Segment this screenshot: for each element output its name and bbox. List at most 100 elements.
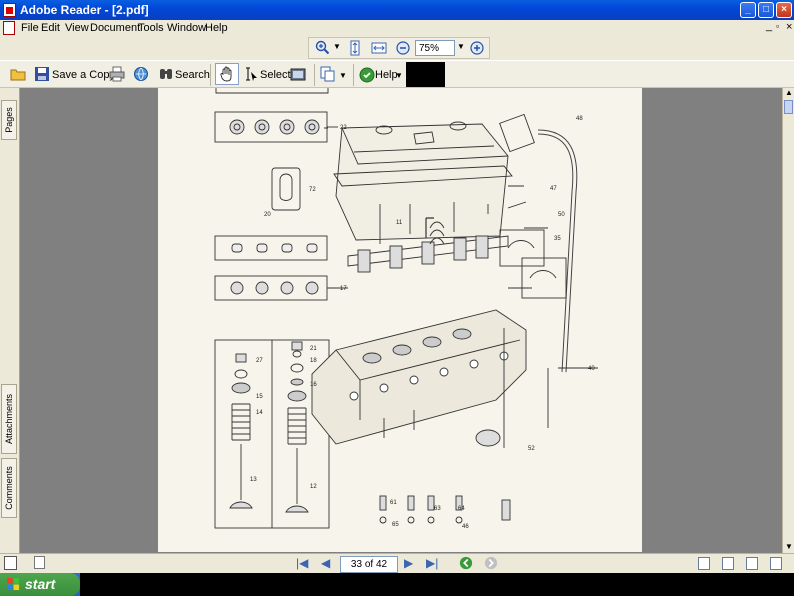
navigation-pane: Pages Attachments Comments [0, 88, 20, 553]
single-page-view-icon[interactable] [698, 557, 710, 570]
callout-label: 22 [340, 125, 347, 131]
doc-minimize-button[interactable]: _ [766, 20, 772, 32]
menu-view[interactable]: View [65, 22, 89, 34]
window-title: Adobe Reader - [2.pdf] [20, 3, 149, 17]
callout-label: 47 [550, 186, 557, 192]
toolbar-divider [210, 64, 211, 86]
last-page-icon[interactable]: ▶| [426, 556, 438, 570]
menu-document[interactable]: Document [90, 22, 140, 34]
email-icon[interactable] [133, 66, 149, 82]
page-layout-dropdown-icon[interactable]: ▼ [339, 71, 347, 80]
tab-comments[interactable]: Comments [1, 458, 17, 518]
continuous-facing-view-icon[interactable] [770, 557, 782, 570]
select-button[interactable]: Select [260, 65, 291, 85]
callout-label: 27 [256, 358, 263, 364]
document-properties-icon[interactable] [4, 556, 17, 570]
search-button[interactable]: Search [175, 65, 210, 85]
zoom-level-field[interactable]: 75% [415, 40, 455, 56]
menu-tools[interactable]: Tools [138, 22, 164, 34]
engine-head-diagram: 22 72 20 17 21 18 16 27 15 14 13 12 47 5… [214, 88, 598, 530]
hand-tool-button[interactable] [215, 63, 239, 85]
toolbar-divider [314, 64, 315, 86]
start-button[interactable]: start [0, 573, 80, 596]
next-view-icon[interactable] [484, 556, 498, 570]
save-icon[interactable] [34, 66, 50, 82]
snapshot-icon[interactable] [290, 66, 306, 82]
tab-pages-label: Pages [4, 107, 14, 133]
adobe-reader-icon [3, 3, 16, 17]
callout-label: 21 [310, 346, 317, 352]
vertical-scrollbar[interactable]: ▲ ▼ [782, 88, 794, 553]
zoom-out-icon[interactable] [395, 40, 411, 56]
main-toolbar: Save a Copy Search Select ▼ Help ▼ [0, 60, 794, 88]
callout-label: 61 [390, 500, 397, 506]
zoom-dropdown-arrow-icon[interactable]: ▼ [333, 42, 341, 51]
callout-label: 20 [264, 212, 271, 218]
page-layout-icon[interactable] [320, 66, 336, 82]
zoom-toolbar: ▼ 75% ▼ [308, 37, 490, 59]
callout-label: 72 [309, 187, 316, 193]
callout-label: 13 [250, 477, 257, 483]
callout-label: 52 [528, 446, 535, 452]
page-navigation-bar: |◀ ◀ 33 of 42 ▶ ▶| [0, 553, 794, 573]
tab-attachments[interactable]: Attachments [1, 384, 17, 454]
maximize-button[interactable]: □ [758, 2, 774, 18]
zoom-in-icon[interactable] [315, 40, 331, 56]
title-bar: Adobe Reader - [2.pdf] _ □ × [0, 0, 794, 20]
start-label: start [25, 576, 56, 592]
callout-label: 14 [256, 410, 263, 416]
page-icon[interactable] [34, 556, 45, 569]
facing-view-icon[interactable] [746, 557, 758, 570]
page-number-field[interactable]: 33 of 42 [340, 556, 398, 573]
callout-label: 65 [392, 522, 399, 528]
scroll-up-arrow-icon[interactable]: ▲ [785, 88, 793, 97]
callout-label: 46 [462, 524, 469, 530]
previous-view-icon[interactable] [459, 556, 473, 570]
callout-label: 18 [310, 358, 317, 364]
callout-label: 17 [340, 286, 347, 292]
previous-page-icon[interactable]: ◀ [321, 556, 330, 570]
hand-icon [220, 66, 232, 82]
open-folder-icon[interactable] [10, 66, 26, 82]
callout-label: 12 [310, 484, 317, 490]
taskbar-area [80, 573, 794, 596]
scroll-thumb[interactable] [784, 100, 793, 114]
zoom-level-dropdown-icon[interactable]: ▼ [457, 42, 465, 51]
continuous-view-icon[interactable] [722, 557, 734, 570]
callout-label: 40 [588, 366, 595, 372]
scroll-down-arrow-icon[interactable]: ▼ [785, 542, 793, 551]
print-icon[interactable] [109, 66, 125, 82]
menu-help[interactable]: Help [205, 22, 228, 34]
search-icon[interactable] [158, 66, 174, 82]
minimize-button[interactable]: _ [740, 2, 756, 18]
close-button[interactable]: × [776, 2, 792, 18]
menu-file[interactable]: File [21, 22, 39, 34]
adobe-logo-area [406, 62, 445, 87]
document-icon[interactable] [3, 21, 15, 35]
fit-width-icon[interactable] [371, 40, 387, 56]
callout-label: 15 [256, 394, 263, 400]
fit-page-icon[interactable] [347, 40, 363, 56]
doc-restore-button[interactable]: ▫ [776, 21, 779, 31]
help-icon[interactable] [359, 67, 375, 83]
windows-logo-icon [7, 578, 20, 591]
tab-attachments-label: Attachments [4, 393, 14, 445]
help-dropdown-icon[interactable]: ▼ [395, 71, 403, 80]
callout-label: 11 [396, 220, 403, 226]
tab-pages[interactable]: Pages [1, 100, 17, 140]
doc-close-button[interactable]: × [786, 21, 792, 33]
callout-label: 35 [554, 236, 561, 242]
toolbar-divider [353, 64, 354, 86]
callout-label: 48 [576, 116, 583, 122]
pdf-page[interactable]: 22 72 20 17 21 18 16 27 15 14 13 12 47 5… [158, 88, 642, 552]
save-copy-button[interactable]: Save a Copy [52, 65, 115, 85]
next-page-icon[interactable]: ▶ [404, 556, 413, 570]
menu-window[interactable]: Window [167, 22, 206, 34]
first-page-icon[interactable]: |◀ [296, 556, 308, 570]
zoom-in-plus-icon[interactable] [469, 40, 485, 56]
tab-comments-label: Comments [4, 466, 14, 510]
menu-edit[interactable]: Edit [41, 22, 60, 34]
callout-label: 64 [458, 506, 465, 512]
callout-label: 16 [310, 382, 317, 388]
text-select-icon[interactable] [243, 66, 259, 82]
